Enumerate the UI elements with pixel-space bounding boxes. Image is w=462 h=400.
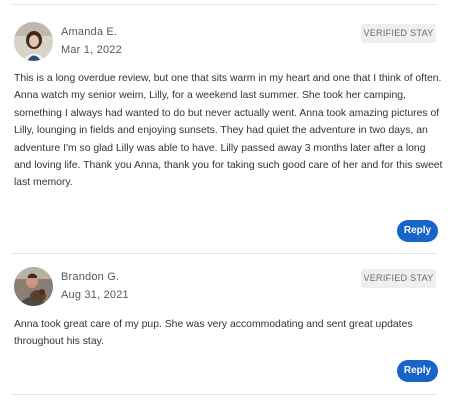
- reviewer-name: Brandon G.: [61, 271, 120, 283]
- review-date: Aug 31, 2021: [61, 289, 129, 301]
- review-paragraph: Anna took great care of my pup. She was …: [14, 319, 413, 348]
- verified-stay-badge: VERIFIED STAY: [361, 269, 436, 288]
- review-paragraph: Anna watch my senior weim, Lilly, for a …: [14, 90, 443, 189]
- review-date: Mar 1, 2022: [61, 44, 122, 56]
- review-paragraph: This is a long overdue review, but one t…: [14, 73, 442, 84]
- reviewer-avatar: [14, 267, 53, 306]
- reply-button[interactable]: Reply: [397, 220, 438, 242]
- review-text: This is a long overdue review, but one t…: [14, 70, 444, 192]
- verified-stay-badge: VERIFIED STAY: [361, 24, 436, 43]
- review-card: Amanda E. Mar 1, 2022 VERIFIED STAY This…: [0, 0, 462, 250]
- review-text: Anna took great care of my pup. She was …: [14, 316, 444, 351]
- reply-button[interactable]: Reply: [397, 360, 438, 382]
- reviewer-name: Amanda E.: [61, 26, 118, 38]
- reviewer-avatar: [14, 22, 53, 61]
- review-card: Brandon G. Aug 31, 2021 VERIFIED STAY An…: [0, 253, 462, 393]
- bottom-divider: [12, 394, 437, 395]
